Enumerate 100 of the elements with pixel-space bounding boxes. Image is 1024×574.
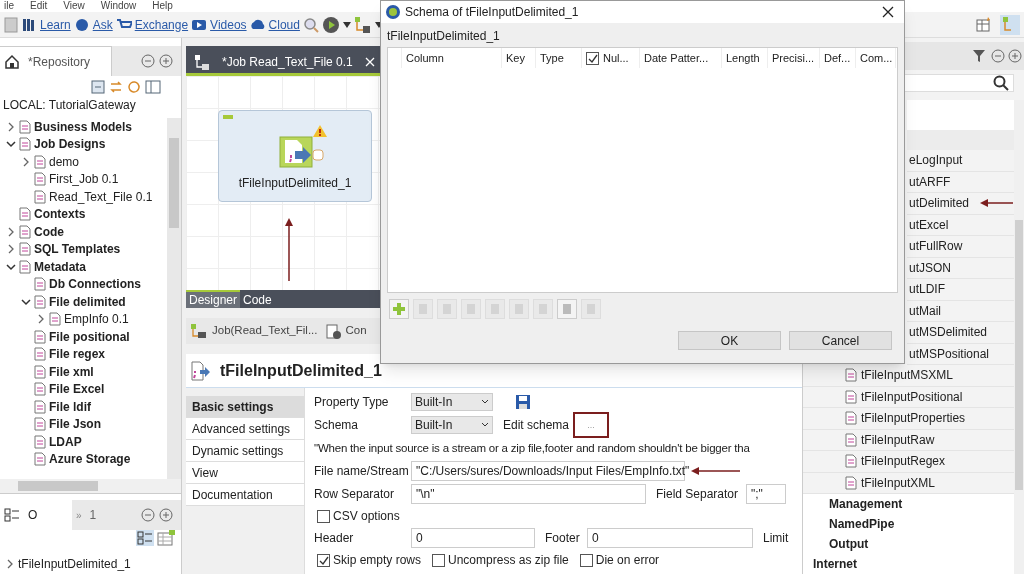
tree-item[interactable]: EmpInfo 0.1	[0, 310, 157, 328]
toolbar-link[interactable]: Learn	[40, 15, 71, 34]
column-header[interactable]: Type	[536, 48, 582, 68]
scrollbar[interactable]	[167, 118, 181, 479]
tree-item[interactable]: File ldif	[0, 398, 157, 416]
tree-item[interactable]: Job Designs	[0, 135, 157, 153]
dropdown[interactable]: Built-In	[411, 416, 493, 434]
tab[interactable]: O	[0, 500, 72, 530]
file-icon	[845, 454, 857, 469]
tree-item[interactable]: LDAP	[0, 433, 157, 451]
tree-item[interactable]: File xml	[0, 363, 157, 381]
tree-item[interactable]: Metadata	[0, 258, 157, 276]
tab[interactable]: Con	[345, 322, 367, 340]
file-icon	[845, 475, 857, 490]
menu-item[interactable]: Edit	[30, 1, 48, 11]
tree-item[interactable]: SQL Templates	[0, 240, 157, 258]
dropdown[interactable]: Built-In	[411, 393, 493, 411]
menu-item[interactable]: View	[63, 1, 85, 11]
repository-tab[interactable]: *Repository	[0, 46, 112, 76]
menu-item[interactable]: Window	[100, 1, 137, 11]
tree-item[interactable]: First_Job 0.1	[0, 170, 157, 188]
tree-item[interactable]: Db Connections	[0, 275, 157, 293]
tree-item[interactable]: File Excel	[0, 380, 157, 398]
palette-item[interactable]: tFileInputProperties	[803, 408, 1014, 430]
column-header[interactable]: Precisi...	[768, 48, 820, 68]
tree-item[interactable]: Code	[0, 223, 157, 241]
settings-tab[interactable]: Documentation	[186, 484, 304, 506]
palette-category[interactable]: Internet	[803, 554, 1014, 574]
minimize-icon	[141, 54, 155, 68]
dialog-button[interactable]: Cancel	[789, 331, 892, 350]
column-header[interactable]: Nul...	[582, 48, 640, 68]
tab[interactable]: Code	[240, 290, 275, 308]
column-header[interactable]: Def...	[820, 48, 856, 68]
file-icon	[19, 119, 31, 134]
checkbox[interactable]	[432, 553, 446, 567]
palette-item[interactable]: tFileInputRegex	[803, 451, 1014, 473]
field-label: Header	[314, 530, 355, 547]
tree-item[interactable]: File regex	[0, 345, 157, 363]
checkbox-label: Uncompress as zip file	[448, 552, 569, 569]
checkbox[interactable]	[579, 553, 593, 567]
column-header[interactable]: Com...	[856, 48, 896, 68]
menu-item[interactable]: Help	[152, 1, 173, 11]
input-field[interactable]: 0	[587, 528, 753, 548]
tool-button[interactable]	[389, 299, 409, 319]
file-icon	[19, 242, 31, 257]
checkbox[interactable]	[317, 509, 330, 523]
checkbox[interactable]	[317, 553, 330, 567]
repository-root: LOCAL: TutorialGateway	[2, 97, 137, 114]
tree-item[interactable]: Business Models	[0, 118, 157, 136]
file-icon	[34, 417, 46, 432]
tab[interactable]: Designer	[186, 290, 241, 308]
search-icon	[993, 75, 1009, 91]
file-icon	[34, 189, 46, 204]
field-label: Field Separator	[656, 486, 740, 503]
input-field[interactable]: 0	[411, 528, 535, 548]
collapse-handle[interactable]	[223, 115, 233, 119]
tree-item[interactable]: tFileInputDelimited_1	[0, 554, 181, 574]
job-tab[interactable]: Job(Read_Text_Fil...	[212, 322, 318, 340]
file-icon	[34, 329, 46, 344]
file-icon	[34, 347, 46, 362]
tree-item[interactable]: File positional	[0, 328, 157, 346]
maximize-icon	[159, 54, 173, 68]
file-icon	[845, 368, 857, 383]
tree-item[interactable]: demo	[0, 153, 157, 171]
dialog-button[interactable]: OK	[678, 331, 781, 350]
settings-tab[interactable]: View	[186, 462, 304, 484]
file-icon	[34, 399, 46, 414]
settings-tab[interactable]: Dynamic settings	[186, 440, 304, 462]
tree-item[interactable]: File delimited	[0, 293, 157, 311]
palette-category[interactable]: Management	[803, 494, 1014, 514]
settings-tab[interactable]: Advanced settings	[186, 418, 304, 440]
toolbar-link[interactable]: Exchange	[134, 15, 189, 34]
toolbar-link[interactable]: Videos	[210, 15, 247, 34]
palette-category[interactable]: NamedPipe	[803, 514, 1014, 534]
file-icon	[34, 364, 46, 379]
tree-item[interactable]: Contexts	[0, 205, 157, 223]
tab[interactable]: » 1	[72, 500, 102, 530]
checkbox[interactable]	[586, 51, 599, 65]
column-header[interactable]: Date Patter...	[640, 48, 722, 68]
column-header[interactable]: Column	[402, 48, 502, 68]
file-icon	[845, 411, 857, 426]
palette-category[interactable]: Output	[803, 534, 1014, 554]
file-icon	[845, 389, 857, 404]
toolbar-link[interactable]: Cloud	[268, 15, 300, 34]
input-field[interactable]: ";"	[746, 484, 786, 504]
tool-icon	[560, 302, 574, 316]
tree-item[interactable]: Azure Storage	[0, 450, 157, 468]
toolbar-link[interactable]: Ask	[92, 15, 113, 34]
settings-tab[interactable]: Basic settings	[186, 396, 304, 418]
input-field[interactable]: "\n"	[411, 484, 646, 504]
annotation-arrow	[980, 198, 1014, 208]
palette-item[interactable]: tFileInputMSXML	[803, 365, 1014, 387]
scrollbar[interactable]	[0, 479, 181, 493]
tree-item[interactable]: File Json	[0, 415, 157, 433]
column-header[interactable]: Key	[502, 48, 536, 68]
tool-button[interactable]	[557, 299, 577, 319]
menu-item[interactable]: ile	[4, 1, 14, 11]
dialog-title: Schema of tFileInputDelimited_1	[405, 4, 580, 21]
tree-item[interactable]: Read_Text_File 0.1	[0, 188, 157, 206]
column-header[interactable]: Length	[722, 48, 768, 68]
